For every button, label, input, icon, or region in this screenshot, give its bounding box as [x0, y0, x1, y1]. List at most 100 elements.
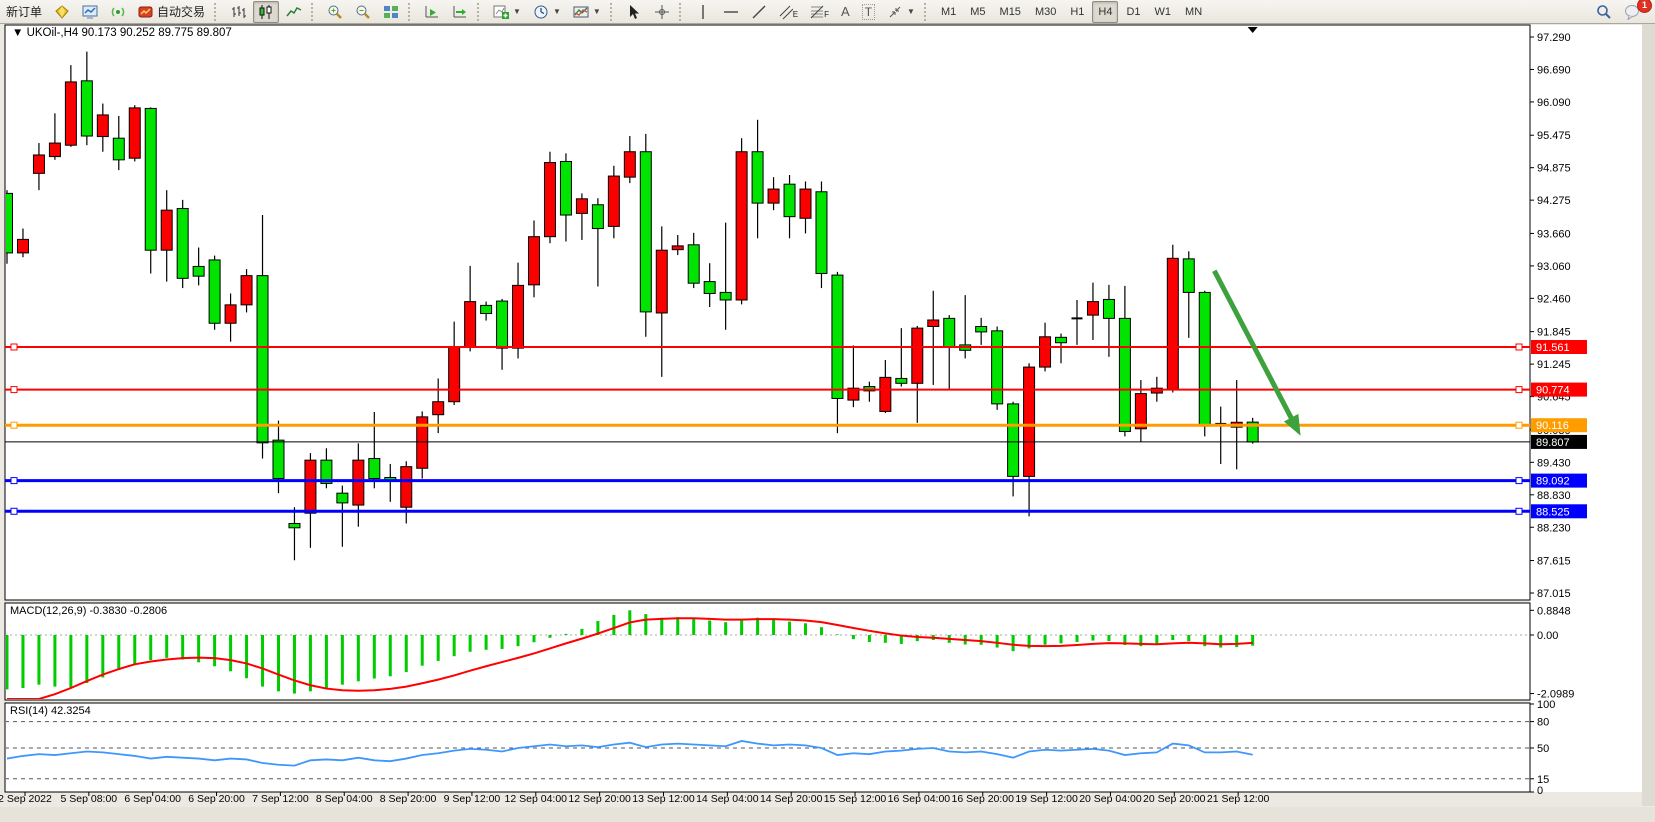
fibo-letter: F — [824, 10, 829, 19]
svg-text:89.092: 89.092 — [1536, 476, 1570, 488]
equidistant-channel-icon — [779, 4, 793, 20]
timeframe-mn[interactable]: MN — [1179, 1, 1208, 23]
timeframe-w1[interactable]: W1 — [1149, 1, 1178, 23]
svg-text:14 Sep 20:00: 14 Sep 20:00 — [760, 793, 823, 805]
price-badge: 88.525 — [1531, 504, 1587, 518]
svg-text:97.290: 97.290 — [1537, 32, 1571, 44]
timeframe-d1[interactable]: D1 — [1120, 1, 1146, 23]
signals-button[interactable] — [105, 1, 131, 23]
terminal-button[interactable] — [77, 1, 103, 23]
svg-text:7 Sep 12:00: 7 Sep 12:00 — [252, 793, 309, 805]
svg-text:93.060: 93.060 — [1537, 261, 1571, 273]
fibonacci-icon — [810, 4, 824, 20]
horizontal-line-tool-button[interactable] — [718, 1, 744, 23]
timeframe-h4[interactable]: H4 — [1092, 1, 1118, 23]
svg-text:▼ UKOil-,H4 90.173 90.252 89: ▼ UKOil-,H4 90.173 90.252 89.775 89.807 — [12, 27, 232, 39]
svg-text:89.430: 89.430 — [1537, 457, 1571, 469]
autotrading-icon — [138, 4, 154, 20]
vertical-line-icon — [695, 4, 711, 20]
trendline-tool-button[interactable] — [746, 1, 772, 23]
auto-scroll-button[interactable] — [447, 1, 473, 23]
notifications-button[interactable]: 1 — [1619, 1, 1647, 23]
timeframe-m1[interactable]: M1 — [935, 1, 962, 23]
line-handle[interactable] — [1516, 508, 1522, 514]
cursor-tool-button[interactable] — [621, 1, 647, 23]
svg-text:6 Sep 04:00: 6 Sep 04:00 — [124, 793, 181, 805]
line-handle[interactable] — [11, 422, 17, 428]
svg-text:87.015: 87.015 — [1537, 588, 1571, 600]
toolbar: 新订单 自动交易 — [0, 0, 1655, 24]
svg-text:90.774: 90.774 — [1536, 385, 1570, 397]
line-handle[interactable] — [11, 344, 17, 350]
new-order-label: 新订单 — [6, 3, 42, 20]
svg-text:16 Sep 04:00: 16 Sep 04:00 — [888, 793, 951, 805]
templates-button[interactable]: ▼ — [568, 1, 606, 23]
crosshair-tool-button[interactable] — [649, 1, 675, 23]
svg-text:6 Sep 20:00: 6 Sep 20:00 — [188, 793, 245, 805]
dropdown-caret-icon: ▼ — [593, 7, 601, 16]
svg-text:92.460: 92.460 — [1537, 293, 1571, 305]
market-watch-button[interactable] — [49, 1, 75, 23]
toolbar-separator — [477, 3, 484, 21]
indicators-button[interactable]: ▼ — [488, 1, 526, 23]
arrows-tool-button[interactable]: ▼ — [882, 1, 920, 23]
svg-text:91.845: 91.845 — [1537, 327, 1571, 339]
vertical-line-tool-button[interactable] — [690, 1, 716, 23]
toolbar-separator — [679, 3, 686, 21]
svg-text:16 Sep 20:00: 16 Sep 20:00 — [952, 793, 1015, 805]
text-label-tool-button[interactable]: T — [857, 1, 880, 23]
svg-text:100: 100 — [1537, 699, 1555, 711]
line-handle[interactable] — [1516, 422, 1522, 428]
candlestick-mode-button[interactable] — [253, 1, 279, 23]
timeframe-m30[interactable]: M30 — [1029, 1, 1062, 23]
timeframe-h1[interactable]: H1 — [1064, 1, 1090, 23]
price-chart: 97.29096.69096.09095.47594.87594.27593.6… — [0, 0, 1655, 822]
zoom-out-icon — [355, 4, 371, 20]
zoom-out-button[interactable] — [350, 1, 376, 23]
line-handle[interactable] — [1516, 344, 1522, 350]
search-button[interactable] — [1591, 1, 1617, 23]
svg-text:12 Sep 04:00: 12 Sep 04:00 — [505, 793, 568, 805]
svg-text:5 Sep 08:00: 5 Sep 08:00 — [61, 793, 118, 805]
svg-text:19 Sep 12:00: 19 Sep 12:00 — [1015, 793, 1078, 805]
line-handle[interactable] — [11, 387, 17, 393]
macd-label: MACD(12,26,9) -0.3830 -0.2806 — [10, 605, 167, 617]
signal-waves-icon — [110, 4, 126, 20]
text-tool-button[interactable]: A — [836, 1, 855, 23]
price-badge: 89.092 — [1531, 474, 1587, 488]
line-handle[interactable] — [1516, 478, 1522, 484]
price-badge: 90.774 — [1531, 383, 1587, 397]
bar-chart-mode-button[interactable] — [225, 1, 251, 23]
zoom-in-icon — [327, 4, 343, 20]
autotrading-button[interactable]: 自动交易 — [133, 1, 210, 23]
timeframe-m15[interactable]: M15 — [994, 1, 1027, 23]
price-badge: 90.116 — [1531, 418, 1587, 432]
svg-text:9 Sep 12:00: 9 Sep 12:00 — [444, 793, 501, 805]
fibonacci-tool-button[interactable]: F — [805, 1, 834, 23]
line-handle[interactable] — [1516, 387, 1522, 393]
svg-text:90.116: 90.116 — [1536, 420, 1569, 432]
chart-shift-button[interactable] — [419, 1, 445, 23]
horizontal-line-icon — [723, 4, 739, 20]
zoom-in-button[interactable] — [322, 1, 348, 23]
svg-text:94.875: 94.875 — [1537, 163, 1571, 175]
new-order-button[interactable]: 新订单 — [1, 1, 47, 23]
svg-text:15: 15 — [1537, 774, 1549, 786]
line-handle[interactable] — [11, 508, 17, 514]
tile-windows-button[interactable] — [378, 1, 404, 23]
periods-button[interactable]: ▼ — [528, 1, 566, 23]
mt4-window: 新订单 自动交易 — [0, 0, 1655, 822]
channel-tool-button[interactable]: E — [774, 1, 803, 23]
price-badge: 89.807 — [1531, 435, 1587, 449]
price-badge: 91.561 — [1531, 340, 1587, 354]
svg-text:13 Sep 12:00: 13 Sep 12:00 — [632, 793, 695, 805]
svg-text:91.561: 91.561 — [1536, 342, 1570, 354]
line-handle[interactable] — [11, 478, 17, 484]
svg-text:96.690: 96.690 — [1537, 64, 1571, 76]
dropdown-caret-icon: ▼ — [513, 7, 521, 16]
notification-count-badge: 1 — [1637, 0, 1652, 13]
toolbar-separator — [408, 3, 415, 21]
line-chart-mode-button[interactable] — [281, 1, 307, 23]
timeframe-m5[interactable]: M5 — [964, 1, 991, 23]
text-label-icon: T — [862, 4, 875, 20]
